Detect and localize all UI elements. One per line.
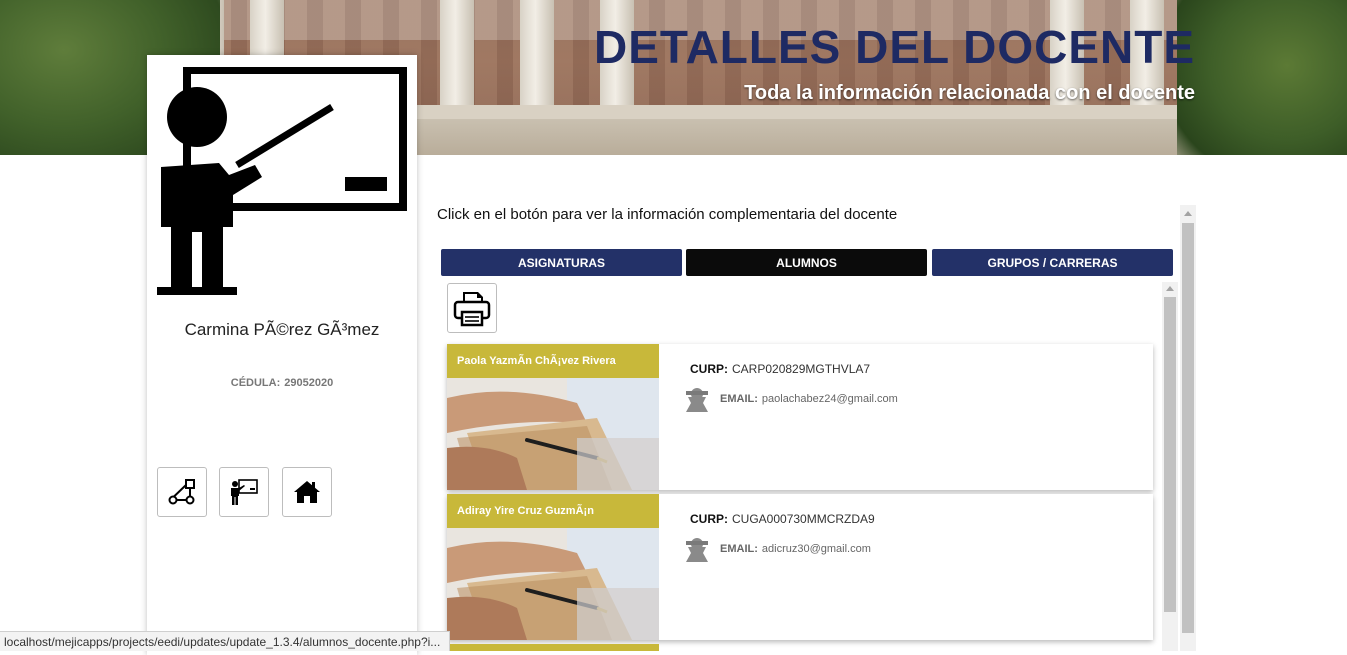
banner-tree — [1177, 0, 1347, 155]
home-icon — [294, 481, 320, 503]
curp-value: CUGA000730MMCRZDA9 — [732, 512, 875, 526]
printer-icon — [453, 292, 491, 327]
student-curp: CURP: CUGA000730MMCRZDA9 — [690, 512, 875, 526]
teacher-icon — [231, 479, 258, 505]
student-curp: CURP: CARP020829MGTHVLA7 — [690, 362, 870, 376]
student-card: Paola YazmÃn ChÃ¡vez Rivera CURP: CARP020… — [447, 344, 1153, 490]
student-email: EMAIL: paolachabez24@gmail.com — [720, 393, 898, 405]
curp-value: CARP020829MGTHVLA7 — [732, 362, 871, 376]
student-user-icon — [686, 538, 708, 562]
tab-alumnos[interactable]: ALUMNOS — [686, 249, 927, 276]
scrollbar-thumb[interactable] — [1164, 297, 1176, 612]
page-scrollbar[interactable] — [1180, 205, 1196, 651]
curp-label: CURP: — [690, 362, 728, 376]
page-title: DETALLES DEL DOCENTE — [594, 21, 1195, 73]
student-card: Adiray Yire Cruz GuzmÃ¡n CURP: CUGA000730… — [447, 494, 1153, 640]
scroll-up-arrow-icon[interactable] — [1184, 211, 1192, 216]
student-list-scrollbar[interactable] — [1162, 282, 1178, 651]
student-photo — [447, 528, 659, 640]
tab-asignaturas[interactable]: ASIGNATURAS — [441, 249, 682, 276]
instructions-text: Click en el botón para ver la informació… — [437, 206, 898, 223]
student-photo — [447, 378, 659, 490]
student-user-icon — [686, 388, 708, 412]
email-value: adicruz30@gmail.com — [761, 543, 871, 555]
scrollbar-thumb[interactable] — [1182, 223, 1194, 633]
next-student-card-peek — [447, 644, 659, 651]
browser-status-url: localhost/mejicapps/projects/eedi/update… — [0, 631, 450, 651]
email-label: EMAIL: — [720, 393, 758, 405]
tab-grupos-carreras[interactable]: GRUPOS / CARRERAS — [932, 249, 1173, 276]
email-label: EMAIL: — [720, 543, 758, 555]
teacher-profile-card: Carmina PÃ©rez GÃ³mez CÉDULA: 29052020 — [147, 55, 417, 655]
teacher-button[interactable] — [219, 467, 269, 517]
curp-label: CURP: — [690, 512, 728, 526]
workflow-button[interactable] — [157, 467, 207, 517]
cedula-value: 29052020 — [284, 377, 334, 389]
teacher-illustration-icon — [157, 67, 407, 295]
page-subtitle: Toda la información relacionada con el d… — [744, 82, 1195, 104]
student-email: EMAIL: adicruz30@gmail.com — [720, 543, 871, 555]
print-button[interactable] — [447, 283, 497, 333]
teacher-cedula: CÉDULA: 29052020 — [147, 377, 417, 389]
student-name: Adiray Yire Cruz GuzmÃ¡n — [447, 494, 659, 528]
scroll-up-arrow-icon[interactable] — [1166, 286, 1174, 291]
home-button[interactable] — [282, 467, 332, 517]
workflow-icon — [168, 479, 195, 505]
teacher-name: Carmina PÃ©rez GÃ³mez — [184, 320, 380, 339]
cedula-label: CÉDULA: — [230, 377, 281, 389]
student-name: Paola YazmÃn ChÃ¡vez Rivera — [447, 344, 659, 378]
email-value: paolachabez24@gmail.com — [761, 393, 898, 405]
